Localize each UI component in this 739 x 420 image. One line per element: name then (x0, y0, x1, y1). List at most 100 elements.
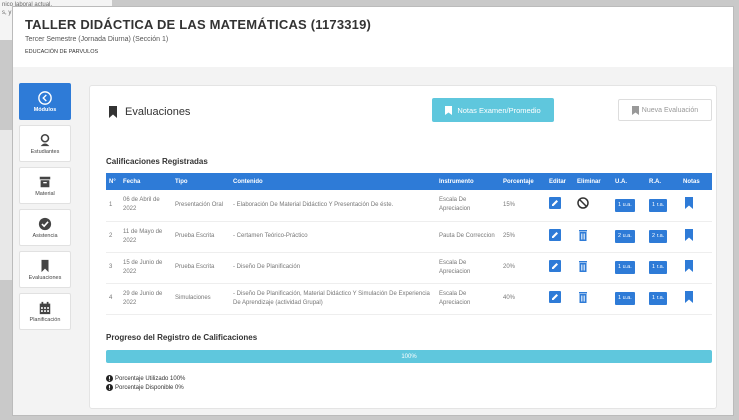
bookmark-icon[interactable] (683, 259, 695, 272)
row-tipo: Prueba Escrita (172, 252, 230, 284)
column-header: U.A. (612, 173, 646, 190)
bookmark-icon[interactable] (683, 290, 695, 303)
notas-cell (680, 283, 712, 315)
table-row: 3 15 de Junio de 2022 Prueba Escrita - D… (106, 252, 712, 284)
ua-badge[interactable]: 2 u.a. (615, 230, 635, 243)
row-porcentaje: 15% (500, 190, 546, 222)
row-porcentaje: 40% (500, 283, 546, 315)
edit-cell (546, 283, 574, 315)
sidebar-item-label: Módulos (33, 106, 57, 113)
sidebar-item-modulos[interactable]: Módulos (19, 83, 71, 120)
button-label: Nueva Evaluación (641, 106, 699, 114)
column-header: Fecha (120, 173, 172, 190)
course-subtitle: Tercer Semestre (Jornada Diurna) (Secció… (25, 36, 169, 43)
column-header: Eliminar (574, 173, 612, 190)
ra-badge[interactable]: 1 r.a. (649, 261, 668, 274)
row-number: 3 (106, 252, 120, 284)
course-title: TALLER DIDÁCTICA DE LAS MATEMÁTICAS (117… (25, 17, 372, 32)
percentage-available: Porcentaje Disponible 0% (106, 384, 184, 391)
edit-icon[interactable] (549, 290, 561, 303)
sidebar-item-asistencia[interactable]: Asistencia (19, 209, 71, 246)
ua-badge[interactable]: 1 u.a. (615, 292, 635, 305)
notas-cell (680, 252, 712, 284)
delete-cell (574, 283, 612, 315)
ra-badge[interactable]: 1 r.a. (649, 292, 668, 305)
row-porcentaje: 20% (500, 252, 546, 284)
sidebar-item-label: Material (35, 190, 55, 197)
arrow-left-circle-icon (38, 90, 52, 105)
row-tipo: Presentación Oral (172, 190, 230, 222)
ua-badge[interactable]: 1 u.a. (615, 261, 635, 274)
exclamation-circle-icon (106, 384, 113, 391)
edit-icon[interactable] (549, 228, 561, 241)
edit-cell (546, 252, 574, 284)
bookmark-icon[interactable] (683, 228, 695, 241)
ban-icon[interactable] (577, 197, 589, 209)
row-instrumento: Pauta De Correccion (436, 221, 500, 253)
notas-cell (680, 190, 712, 222)
panel-title-text: Evaluaciones (125, 106, 191, 118)
column-header: N° (106, 173, 120, 190)
screenshot-frame: TALLER DIDÁCTICA DE LAS MATEMÁTICAS (117… (12, 6, 734, 416)
percentage-used-text: Porcentaje Utilizado 100% (115, 375, 186, 382)
row-fecha: 15 de Junio de 2022 (120, 252, 172, 284)
notas-examen-promedio-button[interactable]: Notas Examen/Promedio (432, 98, 554, 122)
check-circle-icon (38, 217, 52, 230)
section-title: Calificaciones Registradas (106, 157, 208, 166)
ua-cell: 1 u.a. (612, 252, 646, 284)
grades-table: N° Fecha Tipo Contenido Instrumento Porc… (106, 173, 712, 315)
row-contenido: - Diseño De Planificación (230, 252, 436, 284)
bookmark-icon (445, 105, 453, 115)
user-icon (40, 133, 50, 146)
ua-cell: 1 u.a. (612, 190, 646, 222)
ra-badge[interactable]: 2 r.a. (649, 230, 668, 243)
exclamation-circle-icon (106, 375, 113, 382)
background-strip (0, 130, 12, 280)
nueva-evaluacion-button[interactable]: Nueva Evaluación (618, 99, 712, 121)
row-porcentaje: 25% (500, 221, 546, 253)
notas-cell (680, 221, 712, 253)
bookmark-icon (631, 105, 639, 115)
edit-icon[interactable] (549, 197, 561, 210)
ua-badge[interactable]: 1 u.a. (615, 198, 635, 212)
row-instrumento: Escala De Apreciacion (436, 252, 500, 284)
trash-icon[interactable] (577, 260, 589, 272)
bookmark-icon[interactable] (683, 197, 695, 210)
sidebar-item-evaluaciones[interactable]: Evaluaciones (19, 251, 71, 288)
column-header: Editar (546, 173, 574, 190)
progress-title: Progreso del Registro de Calificaciones (106, 333, 258, 342)
column-header: Tipo (172, 173, 230, 190)
ra-cell: 1 r.a. (646, 190, 680, 222)
column-header: Instrumento (436, 173, 500, 190)
sidebar: Módulos Estudiantes Material Asistencia … (19, 83, 71, 335)
panel-title: Evaluaciones (108, 106, 190, 118)
row-fecha: 29 de Junio de 2022 (120, 283, 172, 315)
row-fecha: 06 de Abril de 2022 (120, 190, 172, 222)
progress-fill: 100% (106, 350, 712, 363)
row-instrumento: Escala De Apreciacion (436, 283, 500, 315)
row-contenido: - Elaboración De Material Didáctico Y Pr… (230, 190, 436, 222)
row-number: 2 (106, 221, 120, 253)
sidebar-item-estudiantes[interactable]: Estudiantes (19, 125, 71, 162)
sidebar-item-planificacion[interactable]: Planificación (19, 293, 71, 330)
table-row: 1 06 de Abril de 2022 Presentación Oral … (106, 190, 712, 222)
delete-cell (574, 190, 612, 222)
column-header: Notas (680, 173, 712, 190)
ra-badge[interactable]: 1 r.a. (649, 198, 668, 212)
row-contenido: - Diseño De Planificación, Material Didá… (230, 283, 436, 315)
percentage-available-text: Porcentaje Disponible 0% (115, 384, 184, 391)
progress-bar: 100% (106, 350, 712, 363)
content-area: Módulos Estudiantes Material Asistencia … (13, 67, 733, 415)
sidebar-item-material[interactable]: Material (19, 167, 71, 204)
trash-icon[interactable] (577, 291, 589, 303)
row-tipo: Prueba Escrita (172, 221, 230, 253)
evaluaciones-panel: Evaluaciones Notas Examen/Promedio Nueva… (89, 85, 717, 409)
column-header: Porcentaje (500, 173, 546, 190)
trash-icon[interactable] (577, 229, 589, 241)
row-number: 4 (106, 283, 120, 315)
ua-cell: 2 u.a. (612, 221, 646, 253)
ra-cell: 1 r.a. (646, 252, 680, 284)
ra-cell: 2 r.a. (646, 221, 680, 253)
sidebar-item-label: Evaluaciones (28, 274, 62, 281)
edit-icon[interactable] (549, 259, 561, 272)
